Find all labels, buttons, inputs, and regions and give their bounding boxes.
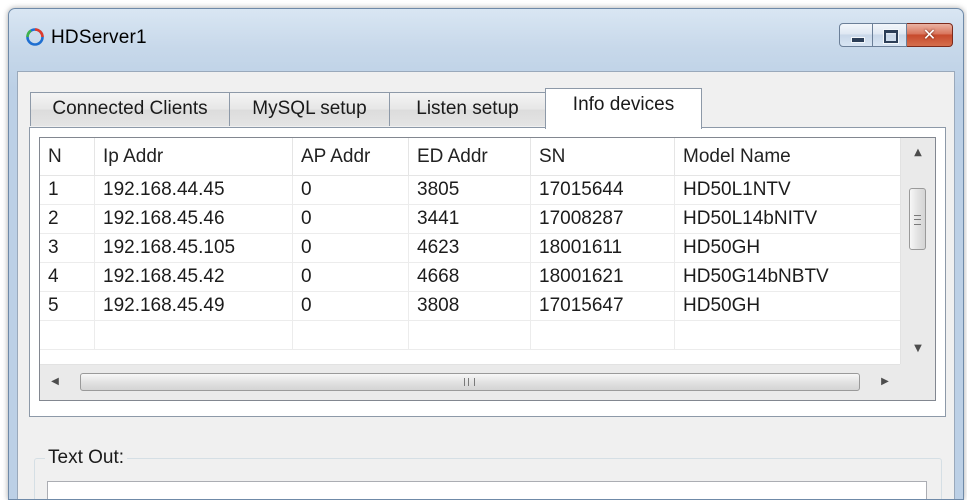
client-area: Connected Clients MySQL setup Listen set…: [17, 71, 955, 499]
column-header-sn[interactable]: SN: [531, 138, 675, 175]
empty-cell: [531, 321, 675, 349]
cell-model-name: HD50L1NTV: [683, 179, 791, 200]
cell-model-name: HD50L14bNITV: [683, 208, 818, 229]
column-header-n[interactable]: N: [40, 138, 95, 175]
tab-connected-clients[interactable]: Connected Clients: [30, 92, 230, 126]
empty-row: [40, 321, 900, 350]
column-header-model-name[interactable]: Model Name: [675, 138, 900, 175]
cell-ap-addr: 0: [293, 234, 409, 262]
column-header-ap-addr[interactable]: AP Addr: [293, 138, 409, 175]
text-out-group: Text Out:: [34, 447, 942, 499]
maximize-button[interactable]: [873, 23, 907, 47]
table-row[interactable]: 1 192.168.44.45 0 3805 17015644 HD50L1NT…: [40, 176, 900, 205]
cell-ap-addr: 0: [293, 205, 409, 233]
scroll-up-arrow-icon[interactable]: ▲: [901, 138, 935, 168]
vertical-scrollbar[interactable]: ▲ ▼: [900, 138, 935, 364]
cell-ip-addr: 192.168.45.105: [95, 234, 293, 262]
app-ring-icon: [26, 28, 44, 46]
empty-cell: [40, 321, 95, 349]
close-icon: ✕: [922, 25, 937, 44]
scroll-down-arrow-icon[interactable]: ▼: [901, 334, 935, 364]
grip-icon: [914, 215, 921, 225]
tab-mysql-setup[interactable]: MySQL setup: [229, 92, 390, 126]
column-header-ed-addr[interactable]: ED Addr: [409, 138, 531, 175]
app-window: HDServer1 ✕ Connected Clients MySQL setu…: [8, 8, 964, 500]
cell-sn: 18001621: [531, 263, 675, 291]
empty-cell: [95, 321, 293, 349]
cell-sn: 17015644: [531, 176, 675, 204]
info-devices-page: N Ip Addr AP Addr ED Addr SN Model Name …: [29, 127, 946, 417]
tab-info-devices[interactable]: Info devices: [545, 88, 702, 129]
cell-ip-addr: 192.168.45.49: [95, 292, 293, 320]
cell-model-name: HD50G14bNBTV: [683, 266, 829, 287]
cell-ip-addr: 192.168.44.45: [95, 176, 293, 204]
table-row[interactable]: 4 192.168.45.42 0 4668 18001621 HD50G14b…: [40, 263, 900, 292]
minimize-icon: [851, 37, 865, 43]
cell-n: 2: [40, 205, 95, 233]
maximize-icon: [884, 30, 898, 43]
tab-listen-setup[interactable]: Listen setup: [389, 92, 546, 126]
cell-ed-addr: 4668: [409, 263, 531, 291]
minimize-button[interactable]: [839, 23, 873, 47]
empty-cell: [409, 321, 531, 349]
cell-ip-addr: 192.168.45.46: [95, 205, 293, 233]
vertical-scroll-thumb[interactable]: [909, 188, 926, 250]
cell-model-name: HD50GH: [683, 237, 761, 258]
devices-table-body: 1 192.168.44.45 0 3805 17015644 HD50L1NT…: [40, 176, 900, 350]
cell-ed-addr: 4623: [409, 234, 531, 262]
cell-sn: 17015647: [531, 292, 675, 320]
grip-icon: [464, 378, 475, 386]
text-out-label: Text Out:: [45, 447, 128, 469]
devices-list[interactable]: N Ip Addr AP Addr ED Addr SN Model Name …: [39, 137, 936, 401]
text-out-field[interactable]: [47, 481, 927, 499]
table-row[interactable]: 2 192.168.45.46 0 3441 17008287 HD50L14b…: [40, 205, 900, 234]
cell-n: 3: [40, 234, 95, 262]
horizontal-scrollbar[interactable]: ◀ ▶: [40, 364, 900, 400]
cell-n: 1: [40, 176, 95, 204]
caption-buttons: ✕: [839, 23, 953, 49]
cell-sn: 18001611: [531, 234, 675, 262]
close-button[interactable]: ✕: [907, 23, 953, 47]
cell-ed-addr: 3805: [409, 176, 531, 204]
empty-cell: [675, 321, 900, 349]
devices-table-header: N Ip Addr AP Addr ED Addr SN Model Name: [40, 138, 900, 176]
scroll-left-arrow-icon[interactable]: ◀: [40, 365, 70, 400]
window-title: HDServer1: [51, 27, 147, 48]
cell-n: 5: [40, 292, 95, 320]
cell-ed-addr: 3808: [409, 292, 531, 320]
cell-ap-addr: 0: [293, 176, 409, 204]
cell-sn: 17008287: [531, 205, 675, 233]
scroll-right-arrow-icon[interactable]: ▶: [870, 365, 900, 400]
cell-ed-addr: 3441: [409, 205, 531, 233]
title-bar[interactable]: HDServer1 ✕: [9, 9, 963, 69]
cell-ap-addr: 0: [293, 292, 409, 320]
cell-model-name: HD50GH: [683, 295, 761, 316]
empty-cell: [293, 321, 409, 349]
cell-ip-addr: 192.168.45.42: [95, 263, 293, 291]
cell-ap-addr: 0: [293, 263, 409, 291]
column-header-ip-addr[interactable]: Ip Addr: [95, 138, 293, 175]
table-row[interactable]: 5 192.168.45.49 0 3808 17015647 HD50GH: [40, 292, 900, 321]
cell-n: 4: [40, 263, 95, 291]
horizontal-scroll-thumb[interactable]: [80, 373, 860, 391]
table-row[interactable]: 3 192.168.45.105 0 4623 18001611 HD50GH: [40, 234, 900, 263]
scrollbar-corner: [900, 364, 935, 400]
